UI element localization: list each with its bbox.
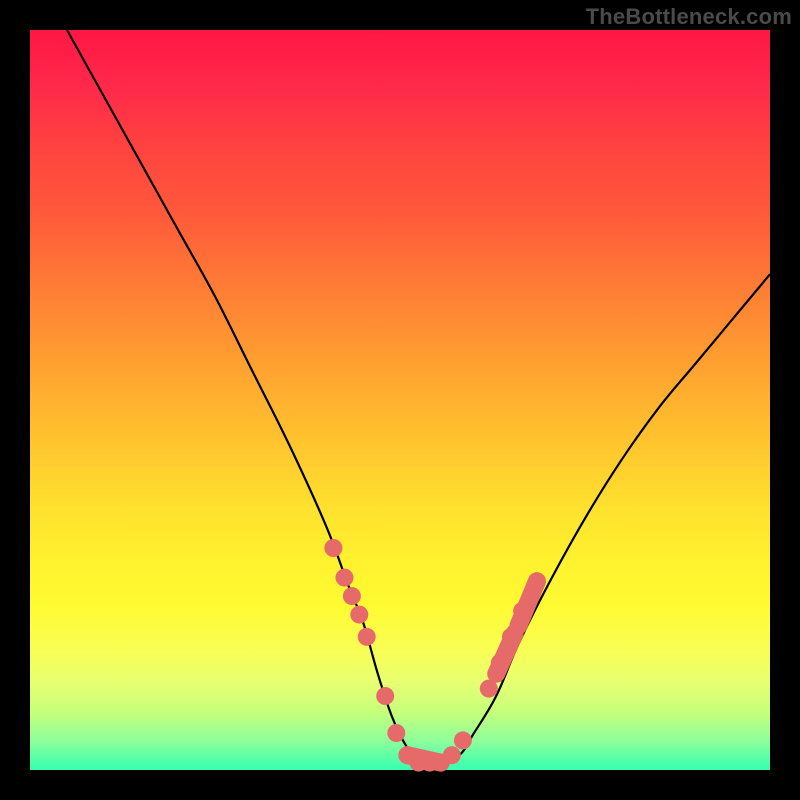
marker-dot [502,628,520,646]
chart-frame: TheBottleneck.com [0,0,800,800]
chart-svg [30,30,770,770]
marker-dot [343,587,361,605]
marker-dot [480,680,498,698]
marker-dot [376,687,394,705]
watermark-text: TheBottleneck.com [586,4,792,30]
marker-dot [358,628,376,646]
plot-area [30,30,770,770]
bottleneck-curve [67,30,770,764]
marker-dot [443,746,461,764]
marker-dot [336,569,354,587]
marker-dot [454,731,472,749]
marker-dot [513,602,531,620]
marker-dot [387,724,405,742]
marker-dot [350,606,368,624]
marker-dot [491,654,509,672]
marker-dot [528,572,546,590]
marker-dot [324,539,342,557]
